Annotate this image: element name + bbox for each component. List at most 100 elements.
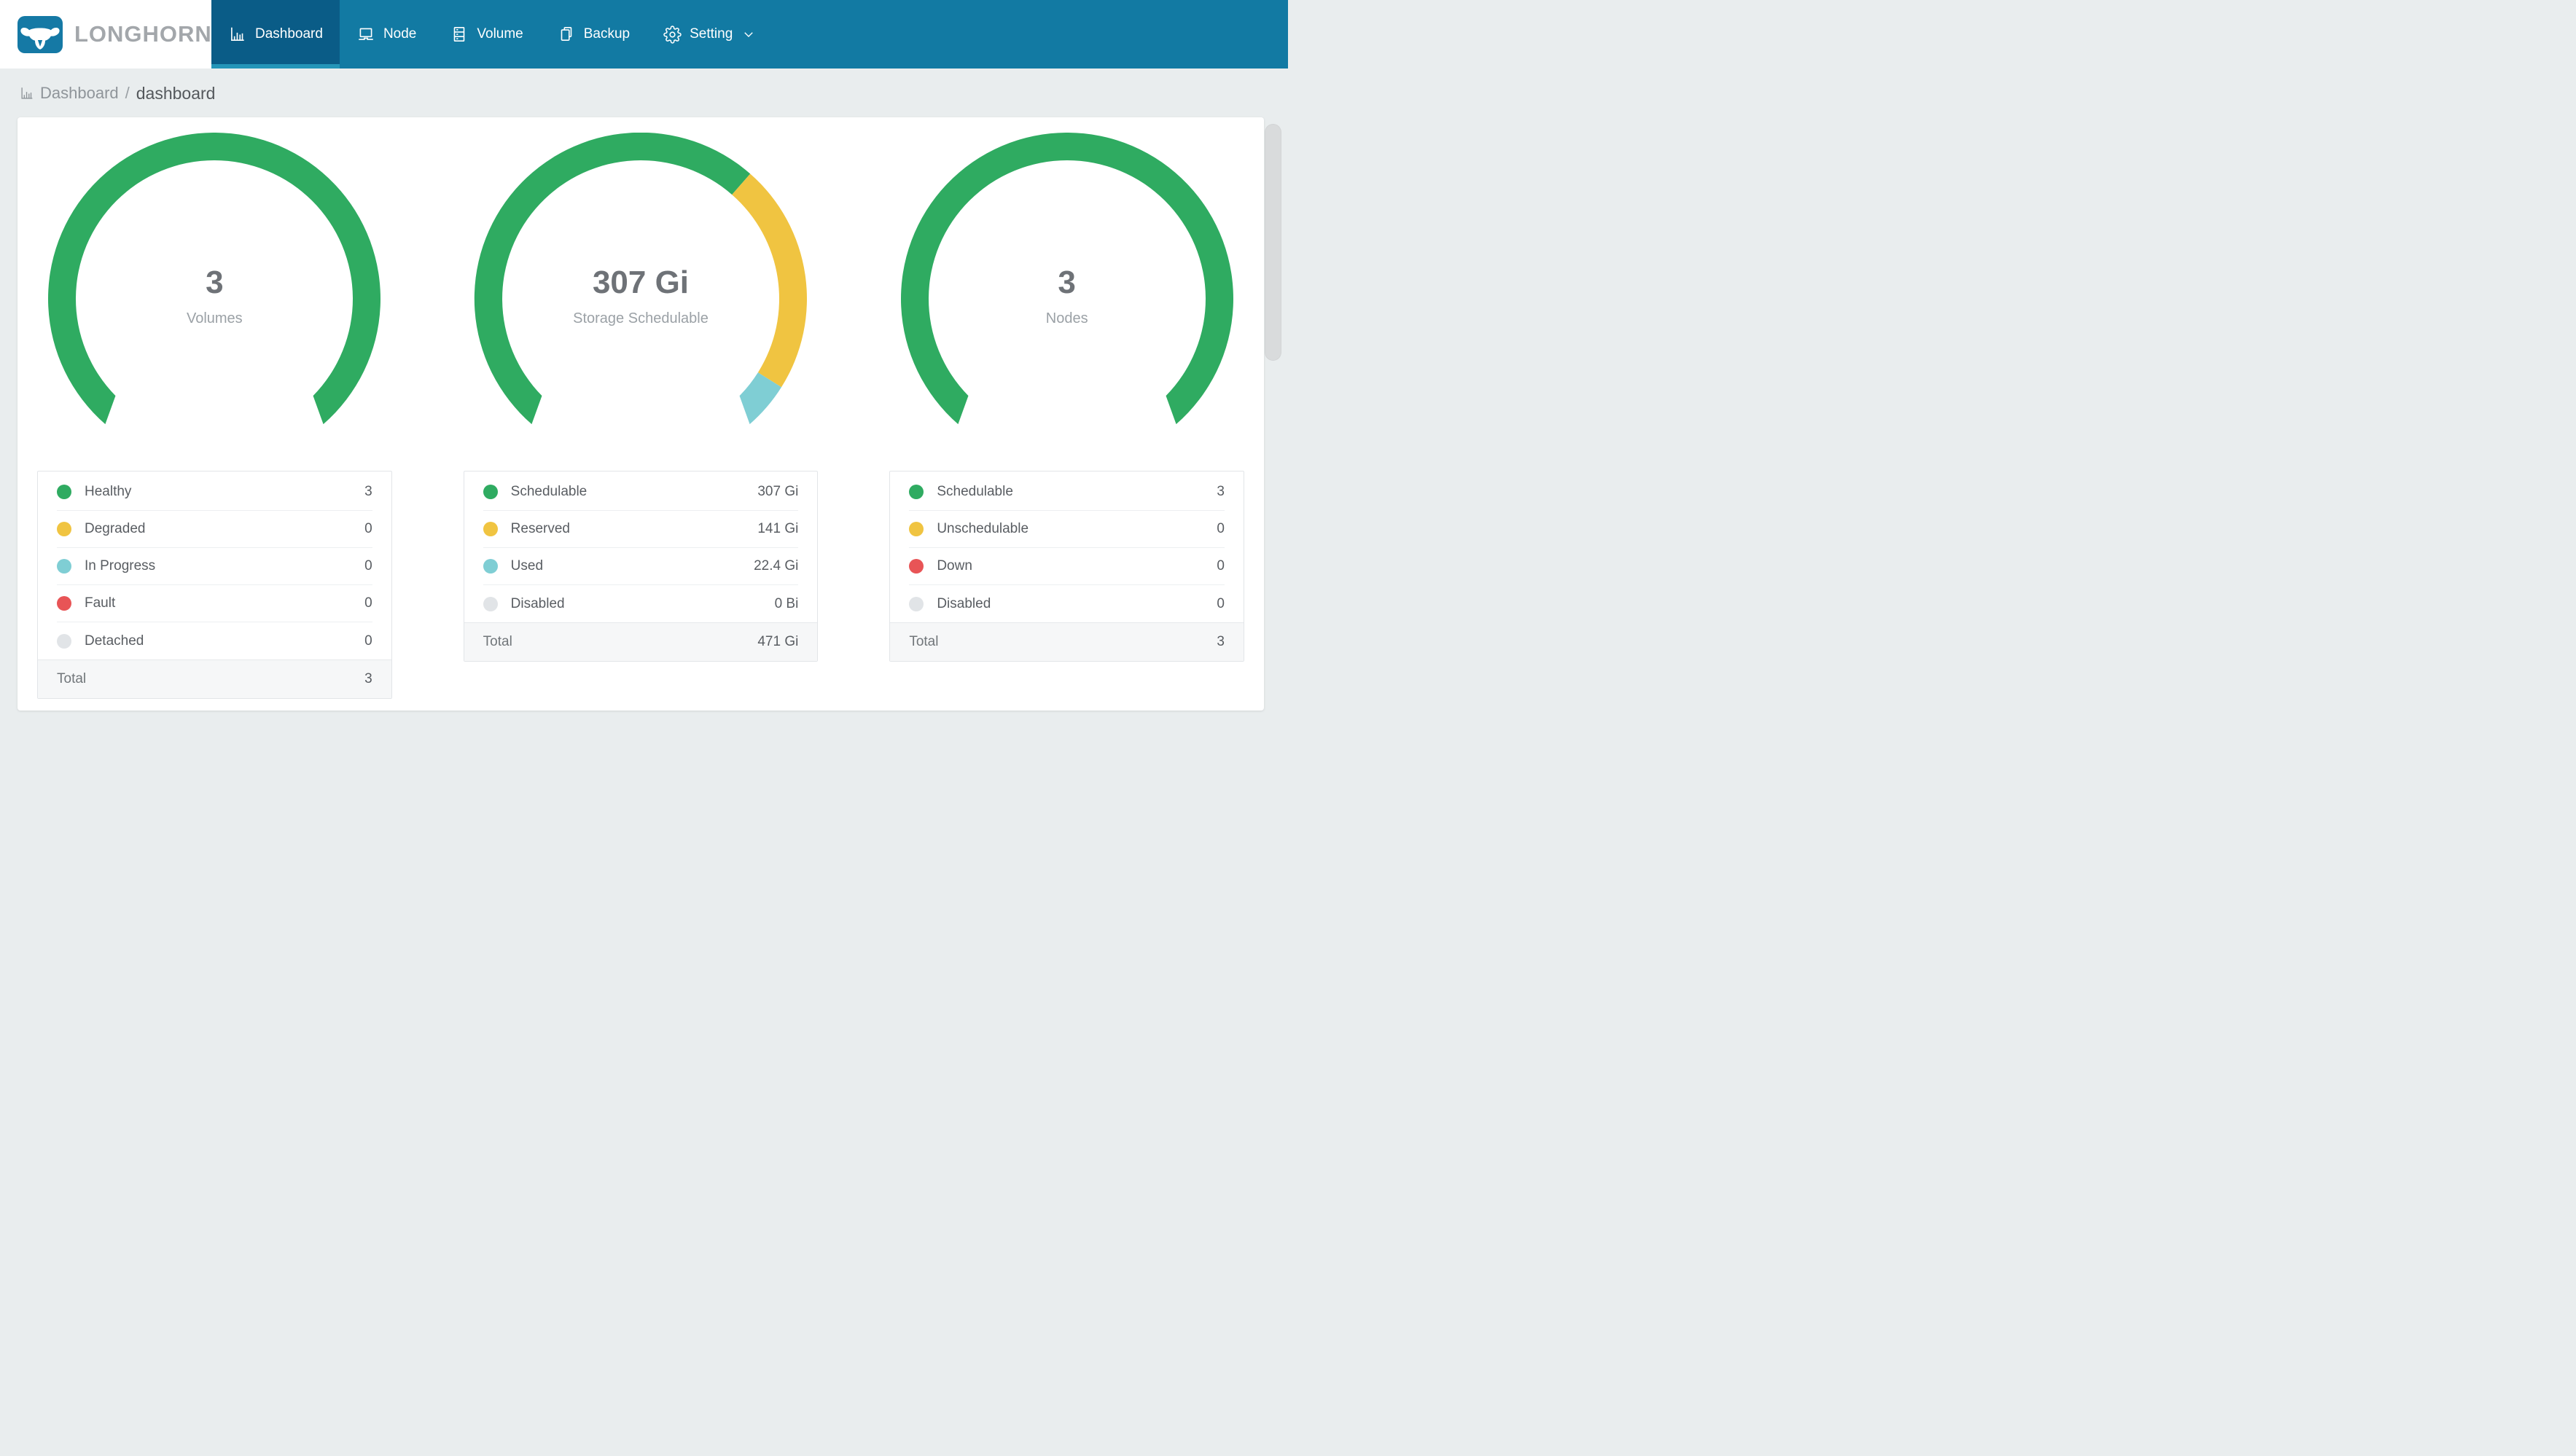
legend-row-fault: Fault 0 bbox=[57, 585, 372, 622]
bar-chart-icon bbox=[231, 27, 244, 41]
status-dot bbox=[57, 559, 71, 574]
legend-label: Unschedulable bbox=[937, 521, 1029, 536]
laptop-icon bbox=[359, 28, 373, 40]
status-dot bbox=[909, 522, 924, 536]
total-label: Total bbox=[483, 634, 512, 649]
legend-rows: Schedulable 3 Unschedulable 0 Down 0 Disabled 0 bbox=[890, 471, 1244, 622]
legend-row-down: Down 0 bbox=[909, 548, 1225, 585]
legend-row-disabled: Disabled 0 bbox=[909, 585, 1225, 622]
legend-rows: Healthy 3 Degraded 0 In Progress 0 Fault 0 Detac… bbox=[38, 471, 391, 659]
status-dot bbox=[57, 522, 71, 536]
longhorn-logo[interactable] bbox=[17, 15, 63, 53]
gauge-center: 3 Volumes bbox=[43, 267, 386, 327]
legend-row-used: Used 22.4 Gi bbox=[483, 548, 799, 585]
legend-value: 3 bbox=[1217, 484, 1225, 499]
legend-label: In Progress bbox=[85, 558, 156, 574]
legend-total-row: Total 471 Gi bbox=[464, 622, 818, 661]
gauge-storage: 307 Gi Storage Schedulable bbox=[469, 133, 812, 424]
legend-value: 0 bbox=[364, 558, 372, 574]
total-value: 3 bbox=[364, 671, 372, 686]
legend-value: 0 bbox=[1217, 595, 1225, 611]
breadcrumb-section[interactable]: Dashboard bbox=[40, 84, 119, 103]
chevron-down-icon bbox=[744, 32, 754, 37]
status-dot bbox=[483, 559, 498, 574]
legend-label: Degraded bbox=[85, 521, 146, 536]
breadcrumb-separator: / bbox=[125, 84, 130, 102]
legend-value: 0 Bi bbox=[774, 595, 799, 611]
legend-row-disabled: Disabled 0 Bi bbox=[483, 585, 799, 622]
legend-row-detached: Detached 0 bbox=[57, 622, 372, 659]
legend-value: 307 Gi bbox=[757, 484, 799, 499]
nav-item-setting[interactable]: Setting bbox=[647, 0, 772, 69]
volumes-label: Volumes bbox=[186, 310, 243, 326]
legend-value: 22.4 Gi bbox=[754, 558, 799, 574]
dashboard-card: 3 Volumes Healthy 3 Degraded 0 In Progress 0 F… bbox=[17, 117, 1264, 711]
brand: LONGHORN bbox=[0, 0, 211, 69]
legend-value: 0 bbox=[1217, 521, 1225, 536]
nav-item-label: Volume bbox=[477, 26, 523, 42]
legend-value: 3 bbox=[364, 484, 372, 499]
legend-nodes: Schedulable 3 Unschedulable 0 Down 0 Disabled 0… bbox=[889, 471, 1244, 662]
status-dot bbox=[57, 485, 71, 499]
status-dot bbox=[57, 596, 71, 611]
legend-row-schedulable: Schedulable 307 Gi bbox=[483, 474, 799, 511]
status-dot bbox=[909, 559, 924, 574]
legend-total-row: Total 3 bbox=[38, 659, 391, 698]
legend-label: Fault bbox=[85, 595, 116, 611]
status-dot bbox=[909, 596, 924, 611]
legend-label: Schedulable bbox=[510, 484, 588, 499]
nav-item-backup[interactable]: Backup bbox=[540, 0, 647, 69]
status-dot bbox=[57, 633, 71, 649]
legend-label: Disabled bbox=[937, 595, 991, 611]
status-dot bbox=[909, 485, 924, 499]
vertical-scrollbar-thumb[interactable] bbox=[1265, 124, 1281, 361]
gauge-center: 3 Nodes bbox=[896, 267, 1238, 327]
total-label: Total bbox=[57, 671, 87, 686]
legend-row-in-progress: In Progress 0 bbox=[57, 548, 372, 585]
main-nav: Dashboard Node Volume Backup Setting bbox=[211, 0, 772, 69]
nav-item-label: Node bbox=[383, 26, 417, 42]
server-icon bbox=[454, 26, 465, 42]
brand-name: LONGHORN bbox=[74, 21, 212, 47]
status-dot bbox=[483, 485, 498, 499]
legend-label: Schedulable bbox=[937, 484, 1013, 499]
gauge-center: 307 Gi Storage Schedulable bbox=[469, 267, 812, 327]
legend-value: 0 bbox=[1217, 558, 1225, 574]
volumes-count: 3 bbox=[206, 265, 224, 300]
legend-label: Disabled bbox=[510, 595, 565, 611]
legend-label: Detached bbox=[85, 633, 144, 649]
legend-row-unschedulable: Unschedulable 0 bbox=[909, 511, 1225, 548]
legend-value: 0 bbox=[364, 595, 372, 611]
copy-icon bbox=[561, 26, 572, 41]
nav-item-node[interactable]: Node bbox=[340, 0, 433, 69]
total-value: 471 Gi bbox=[757, 634, 799, 649]
legend-label: Healthy bbox=[85, 484, 132, 499]
panel-volumes: 3 Volumes Healthy 3 Degraded 0 In Progress 0 F… bbox=[37, 133, 392, 699]
status-dot bbox=[483, 522, 498, 536]
storage-schedulable-value: 307 Gi bbox=[592, 265, 690, 300]
legend-storage: Schedulable 307 Gi Reserved 141 Gi Used 22.4 … bbox=[463, 471, 819, 662]
legend-label: Reserved bbox=[510, 521, 570, 536]
legend-volumes: Healthy 3 Degraded 0 In Progress 0 Fault 0 Detac… bbox=[37, 471, 392, 699]
legend-rows: Schedulable 307 Gi Reserved 141 Gi Used 22.4 … bbox=[464, 471, 818, 622]
status-dot bbox=[483, 596, 498, 611]
nodes-count: 3 bbox=[1058, 265, 1076, 300]
legend-value: 141 Gi bbox=[757, 521, 799, 536]
gauge-nodes: 3 Nodes bbox=[896, 133, 1238, 424]
nav-item-label: Setting bbox=[690, 26, 733, 42]
nav-item-label: Backup bbox=[583, 26, 631, 42]
legend-row-healthy: Healthy 3 bbox=[57, 474, 372, 511]
gauge-panels: 3 Volumes Healthy 3 Degraded 0 In Progress 0 F… bbox=[37, 133, 1244, 699]
nav-item-volume[interactable]: Volume bbox=[433, 0, 539, 69]
storage-schedulable-label: Storage Schedulable bbox=[573, 310, 709, 326]
breadcrumb: Dashboard / dashboard bbox=[19, 80, 1288, 106]
legend-row-degraded: Degraded 0 bbox=[57, 511, 372, 548]
nav-item-label: Dashboard bbox=[255, 26, 323, 42]
total-value: 3 bbox=[1217, 634, 1225, 649]
gauge-volumes: 3 Volumes bbox=[43, 133, 386, 424]
nav-item-dashboard[interactable]: Dashboard bbox=[211, 0, 340, 69]
nodes-label: Nodes bbox=[1045, 310, 1088, 326]
legend-value: 0 bbox=[364, 633, 372, 649]
legend-label: Down bbox=[937, 558, 972, 574]
panel-storage: 307 Gi Storage Schedulable Schedulable 30… bbox=[463, 133, 819, 699]
